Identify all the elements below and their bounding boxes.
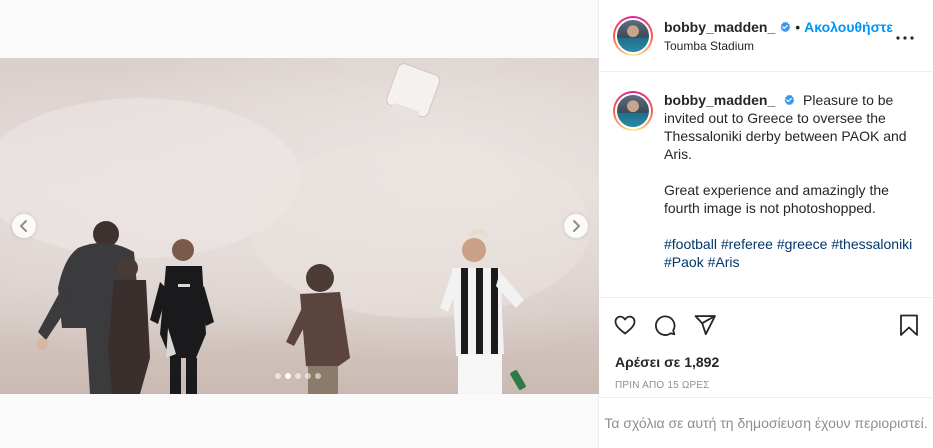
- hashtag-link[interactable]: #Paok: [664, 254, 704, 270]
- caption-hashtags: #football #referee #greece #thessaloniki…: [664, 235, 917, 271]
- more-options-icon: [896, 36, 914, 40]
- carousel-dot: [315, 373, 321, 379]
- action-bar: [599, 298, 933, 352]
- caption-avatar[interactable]: [613, 91, 653, 131]
- caption-line-2: Great experience and amazingly the fourt…: [664, 182, 889, 216]
- carousel-dot: [285, 373, 291, 379]
- header-row: bobby_madden_ • Ακολουθήστε: [664, 20, 893, 34]
- location-link[interactable]: Toumba Stadium: [664, 40, 893, 52]
- bookmark-icon: [900, 314, 918, 336]
- username-link[interactable]: bobby_madden_: [664, 20, 775, 34]
- avatar[interactable]: [613, 15, 653, 56]
- chevron-left-icon: [20, 220, 27, 232]
- hashtag-link[interactable]: #referee: [721, 236, 773, 252]
- bottle: [510, 370, 526, 390]
- save-button[interactable]: [897, 313, 921, 337]
- avatar-image: [615, 93, 651, 129]
- header-separator: •: [795, 18, 801, 35]
- verified-badge-icon: [780, 21, 791, 32]
- comment-icon: [655, 315, 676, 336]
- chevron-right-icon: [573, 220, 580, 232]
- heart-icon: [614, 315, 636, 335]
- post-photo[interactable]: [0, 58, 599, 394]
- carousel-prev-button[interactable]: [12, 214, 36, 238]
- caption-text: bobby_madden_ Pleasure to be invited out…: [664, 91, 917, 297]
- carousel-next-button[interactable]: [564, 214, 588, 238]
- hashtag-link[interactable]: #Aris: [708, 254, 740, 270]
- comments-restricted-notice: Τα σχόλια σε αυτή τη δημοσίευση έχουν πε…: [599, 397, 933, 448]
- post-media: [0, 0, 599, 448]
- verified-badge-icon: [784, 94, 795, 106]
- share-button[interactable]: [693, 313, 717, 337]
- post-actions-section: Αρέσει σε 1,892 ΠΡΙΝ ΑΠΟ 15 ΩΡΕΣ: [599, 297, 933, 391]
- share-icon: [694, 315, 716, 336]
- avatar-image: [615, 17, 651, 54]
- header-text: bobby_madden_ • Ακολουθήστε Toumba Stadi…: [664, 20, 893, 52]
- hashtag-link[interactable]: #thessaloniki: [831, 236, 912, 252]
- likes-count[interactable]: Αρέσει σε 1,892: [599, 354, 933, 370]
- post-timestamp[interactable]: ΠΡΙΝ ΑΠΟ 15 ΩΡΕΣ: [599, 380, 933, 391]
- follow-button[interactable]: Ακολουθήστε: [804, 20, 893, 34]
- hashtag-link[interactable]: #greece: [777, 236, 828, 252]
- carousel-dot: [275, 373, 281, 379]
- caption-username-link[interactable]: bobby_madden_: [664, 92, 775, 108]
- carousel-indicator: [275, 373, 321, 379]
- photo-scene: [0, 63, 590, 394]
- more-options-button[interactable]: [893, 26, 917, 50]
- comment-button[interactable]: [653, 313, 677, 337]
- instagram-post: bobby_madden_ • Ακολουθήστε Toumba Stadi…: [0, 0, 933, 448]
- flying-chair: [386, 63, 441, 125]
- post-header: bobby_madden_ • Ακολουθήστε Toumba Stadi…: [599, 0, 933, 72]
- carousel-dot: [305, 373, 311, 379]
- hashtag-link[interactable]: #football: [664, 236, 717, 252]
- like-button[interactable]: [613, 313, 637, 337]
- caption-area: bobby_madden_ Pleasure to be invited out…: [599, 73, 933, 297]
- carousel-dot: [295, 373, 301, 379]
- post-side-panel: bobby_madden_ • Ακολουθήστε Toumba Stadi…: [599, 0, 933, 448]
- player-black: [150, 239, 214, 394]
- comments-restricted-text: Τα σχόλια σε αυτή τη δημοσίευση έχουν πε…: [604, 415, 928, 431]
